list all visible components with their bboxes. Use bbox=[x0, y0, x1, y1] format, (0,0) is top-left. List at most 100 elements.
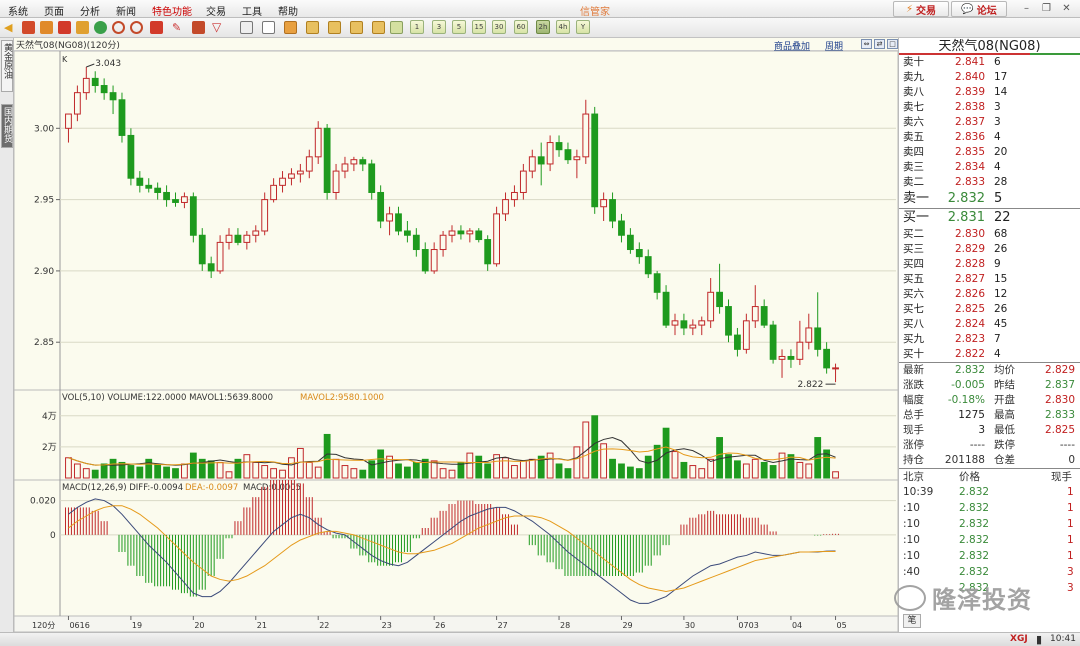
buy-level-3[interactable]: 买三 2.829 26 bbox=[899, 242, 1080, 257]
volume-bar bbox=[82, 468, 90, 479]
volume-bar bbox=[207, 460, 215, 479]
trade-volume: 1 bbox=[1067, 486, 1074, 498]
sell-level-5[interactable]: 卖五 2.836 4 bbox=[899, 130, 1080, 145]
stat-cell: 2.830 bbox=[1044, 394, 1075, 406]
sell-level-1[interactable]: 卖一 2.832 5 bbox=[899, 190, 1080, 208]
volume-bar bbox=[341, 465, 349, 479]
sell-level-6[interactable]: 卖六 2.837 3 bbox=[899, 115, 1080, 130]
price-panel bbox=[13, 50, 899, 391]
buy-level-1[interactable]: 买一 2.831 22 bbox=[899, 209, 1080, 227]
status-bar: XGJ ▮ 10:41 bbox=[0, 632, 1080, 646]
x-tick-label: 0616 bbox=[69, 621, 89, 630]
buy-level-9-price: 2.823 bbox=[954, 333, 985, 345]
sell-level-2-volume: 28 bbox=[994, 176, 1008, 188]
signal-icon: ▮ bbox=[1036, 633, 1043, 646]
stat-cell: 涨跌 bbox=[903, 379, 924, 391]
volume-bar bbox=[751, 458, 759, 479]
stat-cell: 跌停 bbox=[994, 439, 1015, 451]
volume-bar bbox=[796, 461, 804, 479]
sell-level-3-volume: 4 bbox=[994, 161, 1001, 173]
price-tick-label: 2.85 bbox=[34, 338, 54, 348]
x-tick-label: 28 bbox=[560, 621, 570, 630]
volume-bar bbox=[350, 468, 358, 479]
candle-body bbox=[305, 156, 313, 172]
sell-level-3[interactable]: 卖三 2.834 4 bbox=[899, 160, 1080, 175]
buy-level-3-price: 2.829 bbox=[954, 243, 985, 255]
candle-body bbox=[493, 213, 500, 265]
candle-body bbox=[546, 142, 554, 165]
volume-bar bbox=[511, 465, 518, 479]
sell-level-10[interactable]: 卖十 2.841 6 bbox=[899, 55, 1080, 70]
volume-bar bbox=[564, 468, 572, 479]
buy-level-4[interactable]: 买四 2.828 9 bbox=[899, 257, 1080, 272]
x-tick-label: 04 bbox=[792, 621, 802, 630]
candle-body bbox=[716, 291, 723, 308]
candle-body bbox=[314, 127, 322, 158]
candle-body bbox=[707, 291, 715, 322]
sell-level-2[interactable]: 卖二 2.833 28 bbox=[899, 175, 1080, 190]
candle-body bbox=[145, 184, 153, 189]
candle-body bbox=[769, 324, 777, 360]
trade-volume: 1 bbox=[1067, 518, 1074, 530]
sell-level-9[interactable]: 卖九 2.840 17 bbox=[899, 70, 1080, 85]
sell-level-8[interactable]: 卖八 2.839 14 bbox=[899, 85, 1080, 100]
buy-level-7-volume: 26 bbox=[994, 303, 1008, 315]
sell-level-4[interactable]: 卖四 2.835 20 bbox=[899, 145, 1080, 160]
candle-body bbox=[751, 306, 759, 322]
candle-body bbox=[279, 177, 286, 186]
volume-bar bbox=[466, 452, 474, 479]
buy-level-3-volume: 26 bbox=[994, 243, 1008, 255]
price-tick-label: 3.00 bbox=[34, 124, 54, 134]
sell-level-8-volume: 14 bbox=[994, 86, 1008, 98]
volume-bar bbox=[314, 466, 322, 479]
candle-body bbox=[537, 156, 545, 165]
candle-body bbox=[626, 234, 634, 251]
volume-bar bbox=[707, 458, 715, 479]
buy-level-1-label: 买一 bbox=[903, 210, 930, 225]
volume-bar bbox=[136, 466, 144, 479]
candle-body bbox=[270, 184, 278, 201]
trade-volume: 3 bbox=[1067, 566, 1074, 578]
buy-level-10[interactable]: 买十 2.822 4 bbox=[899, 347, 1080, 362]
x-tick-label: 30 bbox=[685, 621, 695, 630]
buy-level-4-price: 2.828 bbox=[954, 258, 985, 270]
buy-level-8[interactable]: 买八 2.824 45 bbox=[899, 317, 1080, 332]
stat-cell: 2.832 bbox=[954, 364, 985, 376]
sell-level-5-volume: 4 bbox=[994, 131, 1001, 143]
buy-level-6[interactable]: 买六 2.826 12 bbox=[899, 287, 1080, 302]
candle-body bbox=[564, 149, 572, 161]
tab-ticks[interactable]: 笔 bbox=[903, 614, 921, 628]
candle-body bbox=[573, 156, 581, 161]
sell-level-9-price: 2.840 bbox=[954, 71, 985, 83]
sell-level-10-price: 2.841 bbox=[954, 56, 985, 68]
candle-body bbox=[742, 320, 750, 350]
sell-level-8-label: 卖八 bbox=[903, 86, 924, 98]
stat-cell: 2.825 bbox=[1044, 424, 1075, 436]
buy-level-9[interactable]: 买九 2.823 7 bbox=[899, 332, 1080, 347]
volume-bar bbox=[760, 461, 768, 479]
candle-body bbox=[439, 234, 447, 251]
volume-bar bbox=[698, 468, 706, 479]
buy-level-5[interactable]: 买五 2.827 15 bbox=[899, 272, 1080, 287]
stat-cell: 最低 bbox=[994, 424, 1015, 436]
candle-body bbox=[698, 320, 706, 326]
trade-time: :10 bbox=[903, 518, 920, 530]
sell-level-2-label: 卖二 bbox=[903, 176, 924, 188]
trade-row: :10 2.832 1 bbox=[899, 500, 1080, 516]
candle-body bbox=[65, 113, 72, 129]
candle-body bbox=[404, 230, 411, 236]
candle-body bbox=[466, 230, 474, 235]
volume-bar bbox=[189, 452, 197, 479]
stat-cell: 2.833 bbox=[1044, 409, 1075, 421]
buy-level-4-volume: 9 bbox=[994, 258, 1001, 270]
candle-body bbox=[234, 234, 242, 243]
candle-body bbox=[109, 92, 117, 101]
candle-body bbox=[662, 291, 670, 326]
macd-tick-label: 0.020 bbox=[30, 497, 56, 507]
buy-level-2[interactable]: 买二 2.830 68 bbox=[899, 227, 1080, 242]
buy-level-7[interactable]: 买七 2.825 26 bbox=[899, 302, 1080, 317]
candle-body bbox=[457, 230, 465, 235]
volume-bar bbox=[439, 468, 447, 479]
k-label: K bbox=[62, 55, 68, 64]
sell-level-7[interactable]: 卖七 2.838 3 bbox=[899, 100, 1080, 115]
